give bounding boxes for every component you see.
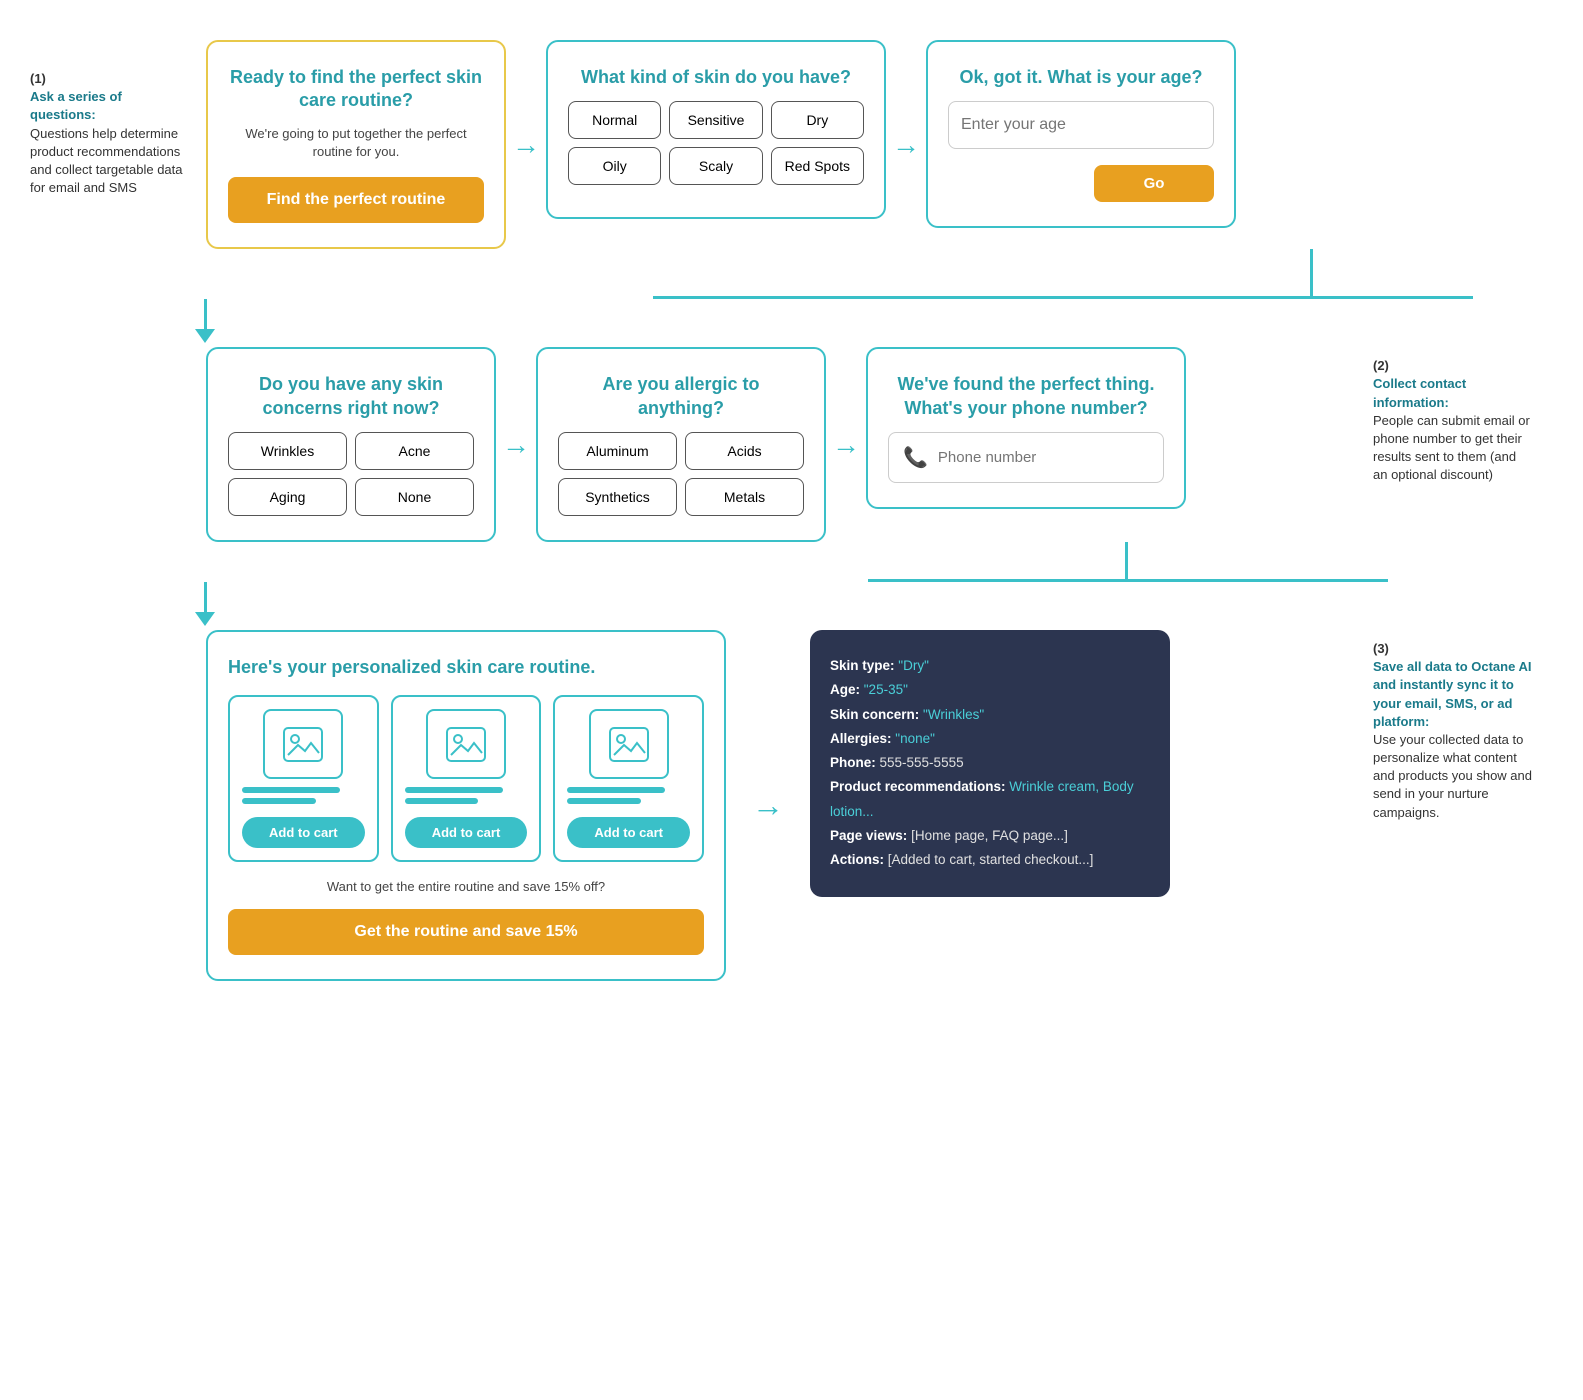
product-image-1 <box>263 709 343 779</box>
concern-acne[interactable]: Acne <box>355 432 474 470</box>
skin-option-red-spots[interactable]: Red Spots <box>771 147 864 185</box>
data-actions: Actions: [Added to cart, started checkou… <box>830 848 1150 872</box>
card-skin-type: What kind of skin do you have? Normal Se… <box>546 40 886 219</box>
phone-input[interactable] <box>938 449 1149 466</box>
allergy-metals[interactable]: Metals <box>685 478 804 516</box>
card-intro: Ready to find the perfect skin care rout… <box>206 40 506 249</box>
card-age-heading: Ok, got it. What is your age? <box>948 66 1214 89</box>
skin-options-grid: Normal Sensitive Dry Oily Scaly Red Spot… <box>568 101 864 185</box>
sidebar-note-2: (2) Collect contact information: People … <box>1373 347 1553 484</box>
card-concerns: Do you have any skin concerns right now?… <box>206 347 496 542</box>
save-routine-button[interactable]: Get the routine and save 15% <box>228 909 704 955</box>
card-concerns-heading: Do you have any skin concerns right now? <box>228 373 474 420</box>
card-allergies: Are you allergic to anything? Aluminum A… <box>536 347 826 542</box>
arrow-results-to-data: → <box>746 787 790 824</box>
arrow-1-to-2: → <box>506 129 546 161</box>
row1-cards: Ready to find the perfect skin care rout… <box>206 40 1357 249</box>
connector-down-1 <box>1310 249 1313 299</box>
arrow-concerns-to-allergies: → <box>496 429 536 461</box>
concern-wrinkles[interactable]: Wrinkles <box>228 432 347 470</box>
connector-down-4 <box>195 582 215 626</box>
card-results: Here's your personalized skin care routi… <box>206 630 726 981</box>
skin-option-oily[interactable]: Oily <box>568 147 661 185</box>
sidebar-note-1: (1) Ask a series of questions: Questions… <box>30 40 190 197</box>
card-intro-body: We're going to put together the perfect … <box>228 125 484 161</box>
allergy-acids[interactable]: Acids <box>685 432 804 470</box>
data-skin-type: Skin type: "Dry" <box>830 654 1150 678</box>
card-phone-heading: We've found the perfect thing. What's yo… <box>888 373 1164 420</box>
arrow-2-to-3: → <box>886 129 926 161</box>
find-routine-button[interactable]: Find the perfect routine <box>228 177 484 223</box>
card-phone: We've found the perfect thing. What's yo… <box>866 347 1186 509</box>
data-allergies: Allergies: "none" <box>830 727 1150 751</box>
product-card-1: Add to cart <box>228 695 379 862</box>
connector-down-3 <box>1125 542 1128 582</box>
save-text: Want to get the entire routine and save … <box>228 878 704 896</box>
product-image-2 <box>426 709 506 779</box>
concern-none[interactable]: None <box>355 478 474 516</box>
add-to-cart-1[interactable]: Add to cart <box>242 817 365 848</box>
allergy-aluminum[interactable]: Aluminum <box>558 432 677 470</box>
card-age: Ok, got it. What is your age? Go <box>926 40 1236 228</box>
connector-horizontal-1 <box>653 296 1473 299</box>
add-to-cart-2[interactable]: Add to cart <box>405 817 528 848</box>
skin-option-sensitive[interactable]: Sensitive <box>669 101 762 139</box>
card-intro-heading: Ready to find the perfect skin care rout… <box>228 66 484 113</box>
data-age: Age: "25-35" <box>830 678 1150 702</box>
product-lines-2 <box>405 787 528 809</box>
allergy-synthetics[interactable]: Synthetics <box>558 478 677 516</box>
connector-down-2 <box>195 299 215 343</box>
product-lines-1 <box>242 787 365 809</box>
skin-option-normal[interactable]: Normal <box>568 101 661 139</box>
age-input[interactable] <box>948 101 1214 149</box>
arrow-allergies-to-phone: → <box>826 429 866 461</box>
data-phone: Phone: 555-555-5555 <box>830 751 1150 775</box>
row3-cards: Here's your personalized skin care routi… <box>206 630 1357 981</box>
skin-option-scaly[interactable]: Scaly <box>669 147 762 185</box>
go-button[interactable]: Go <box>1094 165 1214 202</box>
card-allergies-heading: Are you allergic to anything? <box>558 373 804 420</box>
allergies-options-grid: Aluminum Acids Synthetics Metals <box>558 432 804 516</box>
data-page-views: Page views: [Home page, FAQ page...] <box>830 824 1150 848</box>
product-card-3: Add to cart <box>553 695 704 862</box>
concern-aging[interactable]: Aging <box>228 478 347 516</box>
card-results-heading: Here's your personalized skin care routi… <box>228 656 704 679</box>
add-to-cart-3[interactable]: Add to cart <box>567 817 690 848</box>
skin-option-dry[interactable]: Dry <box>771 101 864 139</box>
card-skin-heading: What kind of skin do you have? <box>568 66 864 89</box>
data-product-rec: Product recommendations: Wrinkle cream, … <box>830 775 1150 824</box>
concerns-options-grid: Wrinkles Acne Aging None <box>228 432 474 516</box>
product-card-2: Add to cart <box>391 695 542 862</box>
data-skin-concern: Skin concern: "Wrinkles" <box>830 703 1150 727</box>
product-image-3 <box>589 709 669 779</box>
phone-icon: 📞 <box>903 445 928 470</box>
card-data: Skin type: "Dry" Age: "25-35" Skin conce… <box>810 630 1170 897</box>
phone-input-wrapper: 📞 <box>888 432 1164 483</box>
sidebar-note-3: (3) Save all data to Octane AI and insta… <box>1373 630 1553 822</box>
product-lines-3 <box>567 787 690 809</box>
row2-cards: Do you have any skin concerns right now?… <box>206 347 1357 542</box>
